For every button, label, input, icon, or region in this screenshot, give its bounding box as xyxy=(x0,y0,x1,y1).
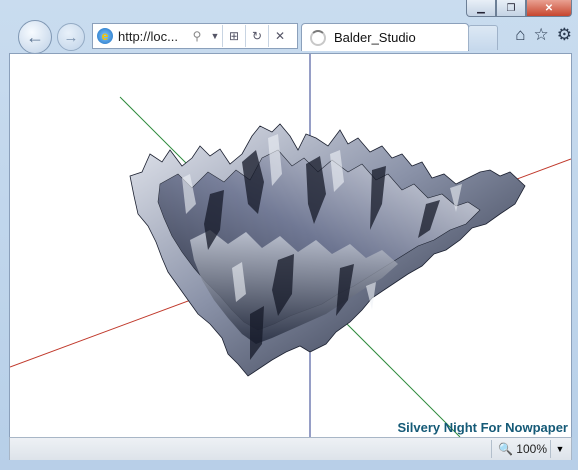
browser-window: ▁ ❐ ✕ ← → e http://loc... ⚲ ▼ ⊞ ↻ ✕ Bald… xyxy=(0,0,578,470)
search-icon[interactable]: ⚲ xyxy=(186,25,208,47)
page-viewport[interactable]: Silvery Night For Nowpaper xyxy=(9,53,572,438)
ie-logo-icon: e xyxy=(97,28,113,44)
stop-icon[interactable]: ✕ xyxy=(268,25,291,47)
zoom-level-button[interactable]: 🔍 100% xyxy=(491,440,547,458)
compatibility-view-icon[interactable]: ⊞ xyxy=(222,25,245,47)
back-button[interactable]: ← xyxy=(18,20,52,54)
window-caption-buttons: ▁ ❐ ✕ xyxy=(466,0,572,17)
forward-button[interactable]: → xyxy=(57,23,85,51)
chevron-down-icon: ▼ xyxy=(555,444,565,454)
zoom-dropdown-button[interactable]: ▼ xyxy=(550,440,569,458)
chevron-down-icon[interactable]: ▼ xyxy=(208,25,222,47)
minimize-button[interactable]: ▁ xyxy=(466,0,496,17)
gear-icon[interactable]: ⚙ xyxy=(557,25,572,45)
zoom-icon: 🔍 xyxy=(498,442,514,456)
close-window-button[interactable]: ✕ xyxy=(526,0,572,17)
back-arrow-icon: ← xyxy=(26,26,44,47)
address-url[interactable]: http://loc... xyxy=(118,29,186,44)
maximize-button[interactable]: ❐ xyxy=(496,0,526,17)
new-tab-button[interactable] xyxy=(468,25,498,50)
star-icon[interactable]: ☆ xyxy=(534,25,549,45)
taskbar-strip xyxy=(0,460,578,470)
address-bar[interactable]: e http://loc... ⚲ ▼ ⊞ ↻ ✕ xyxy=(92,23,298,49)
tab-balder-studio[interactable]: Balder_Studio xyxy=(301,23,469,51)
tab-title: Balder_Studio xyxy=(334,30,416,45)
watermark-text: Silvery Night For Nowpaper xyxy=(397,420,568,435)
forward-arrow-icon: → xyxy=(63,28,79,46)
status-bar: 🔍 100% ▼ xyxy=(9,437,572,461)
terrain-scene xyxy=(10,54,571,437)
home-icon[interactable]: ⌂ xyxy=(515,25,525,45)
loading-spinner-icon xyxy=(310,29,326,46)
refresh-icon[interactable]: ↻ xyxy=(245,25,268,47)
zoom-level: 100% xyxy=(516,442,547,456)
command-icons: ⌂ ☆ ⚙ xyxy=(515,25,572,45)
